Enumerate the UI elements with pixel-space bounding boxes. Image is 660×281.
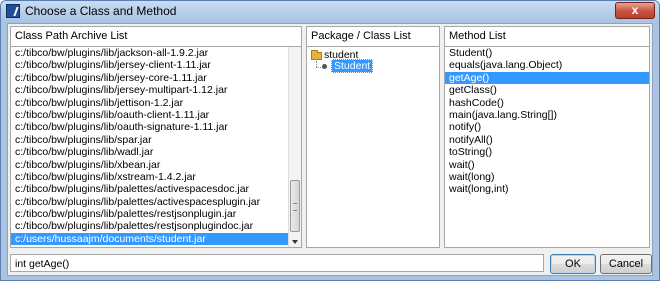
class-path-item[interactable]: c:/tibco/bw/plugins/lib/spar.jar <box>11 134 288 146</box>
tree-class-student[interactable]: Student <box>331 59 374 73</box>
window-title: Choose a Class and Method <box>25 4 177 18</box>
package-class-panel: Package / Class List student Student <box>306 26 440 248</box>
cancel-button[interactable]: Cancel <box>600 254 652 274</box>
scrollbar-grip-icon <box>293 203 297 211</box>
class-path-item[interactable]: c:/tibco/bw/plugins/lib/jersey-multipart… <box>11 84 288 96</box>
method-item[interactable]: wait(long) <box>445 171 649 183</box>
scroll-down-arrow-icon[interactable] <box>292 240 298 244</box>
method-item[interactable]: notifyAll() <box>445 134 649 146</box>
method-list[interactable]: Student() equals(java.lang.Object) getAge(… <box>445 47 649 247</box>
class-path-item[interactable]: c:/tibco/bw/plugins/lib/jettison-1.2.jar <box>11 97 288 109</box>
tibco-app-icon <box>6 4 20 18</box>
method-item[interactable]: toString() <box>445 146 649 158</box>
close-button[interactable]: x <box>615 2 655 19</box>
method-item[interactable]: getClass() <box>445 84 649 96</box>
class-path-item[interactable]: c:/tibco/bw/plugins/lib/palettes/restjso… <box>11 208 288 220</box>
class-path-item[interactable]: c:/tibco/bw/plugins/lib/wadl.jar <box>11 146 288 158</box>
method-item[interactable]: notify() <box>445 121 649 133</box>
package-class-header: Package / Class List <box>311 30 411 42</box>
method-signature-field: int getAge() <box>10 254 544 272</box>
class-path-item[interactable]: c:/tibco/bw/plugins/lib/jackson-all-1.9.… <box>11 47 288 59</box>
method-list-panel: Method List Student() equals(java.lang.Ob… <box>444 26 650 248</box>
method-item[interactable]: Student() <box>445 47 649 59</box>
header-divider <box>307 46 439 47</box>
class-path-item[interactable]: c:/tibco/bw/plugins/lib/jersey-core-1.11… <box>11 72 288 84</box>
class-bullet-icon <box>322 64 327 69</box>
class-path-panel: Class Path Archive List c:/tibco/bw/plug… <box>10 26 302 248</box>
method-item[interactable]: main(java.lang.String[]) <box>445 109 649 121</box>
class-path-item[interactable]: c:/tibco/bw/plugins/lib/jersey-client-1.… <box>11 59 288 71</box>
method-item[interactable]: wait() <box>445 159 649 171</box>
method-item[interactable]: hashCode() <box>445 97 649 109</box>
class-path-item[interactable]: c:/tibco/bw/plugins/lib/oauth-client-1.1… <box>11 109 288 121</box>
class-path-item[interactable]: c:/tibco/bw/plugins/lib/palettes/actives… <box>11 196 288 208</box>
class-path-item[interactable]: c:/tibco/bw/plugins/lib/oauth-signature-… <box>11 121 288 133</box>
method-item[interactable]: getAge() <box>445 71 649 85</box>
class-path-item[interactable]: c:/tibco/bw/plugins/lib/xbean.jar <box>11 159 288 171</box>
class-path-item[interactable]: c:/tibco/bw/plugins/lib/xstream-1.4.2.ja… <box>11 171 288 183</box>
class-path-item[interactable]: c:/tibco/bw/plugins/lib/palettes/restjso… <box>11 220 288 232</box>
class-path-header: Class Path Archive List <box>15 30 128 42</box>
package-folder-icon <box>311 50 322 60</box>
dialog-window: Choose a Class and Method x Class Path A… <box>0 0 660 281</box>
class-path-scrollbar[interactable] <box>288 47 301 247</box>
class-path-item[interactable]: c:/tibco/bw/plugins/lib/palettes/actives… <box>11 183 288 195</box>
title-bar[interactable]: Choose a Class and Method x <box>1 1 659 21</box>
class-path-item[interactable]: c:/users/hussaajm/documents/student.jar <box>11 232 288 246</box>
scrollbar-thumb[interactable] <box>290 180 300 232</box>
dialog-body: Class Path Archive List c:/tibco/bw/plug… <box>7 23 653 276</box>
method-item[interactable]: equals(java.lang.Object) <box>445 59 649 71</box>
ok-button[interactable]: OK <box>550 254 596 274</box>
method-item[interactable]: wait(long,int) <box>445 183 649 195</box>
class-path-list[interactable]: c:/tibco/bw/plugins/lib/jackson-all-1.9.… <box>11 47 288 247</box>
method-list-header: Method List <box>449 30 506 42</box>
